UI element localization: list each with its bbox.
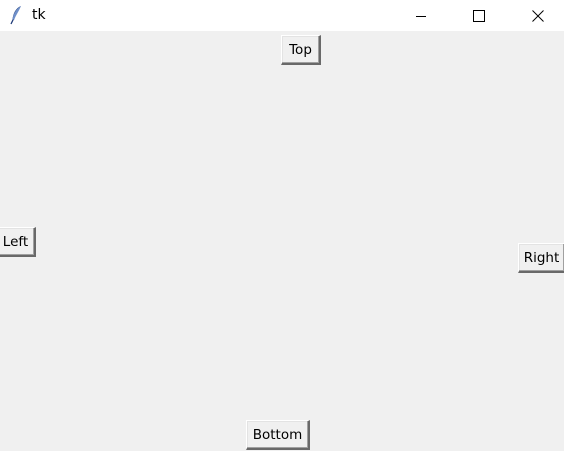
minimize-icon	[415, 10, 427, 22]
maximize-button[interactable]	[456, 0, 502, 31]
window-title: tk	[32, 7, 46, 23]
top-button[interactable]: Top	[281, 35, 321, 65]
bottom-button[interactable]: Bottom	[246, 420, 310, 450]
right-button[interactable]: Right	[518, 243, 564, 273]
maximize-icon	[473, 9, 485, 22]
window-client-area: Top Left Right Bottom	[0, 31, 564, 451]
close-icon	[532, 9, 544, 22]
close-button[interactable]	[515, 0, 561, 31]
left-button[interactable]: Left	[0, 227, 36, 257]
minimize-button[interactable]	[398, 0, 444, 31]
title-bar[interactable]: tk	[0, 0, 564, 31]
feather-icon	[9, 5, 23, 25]
